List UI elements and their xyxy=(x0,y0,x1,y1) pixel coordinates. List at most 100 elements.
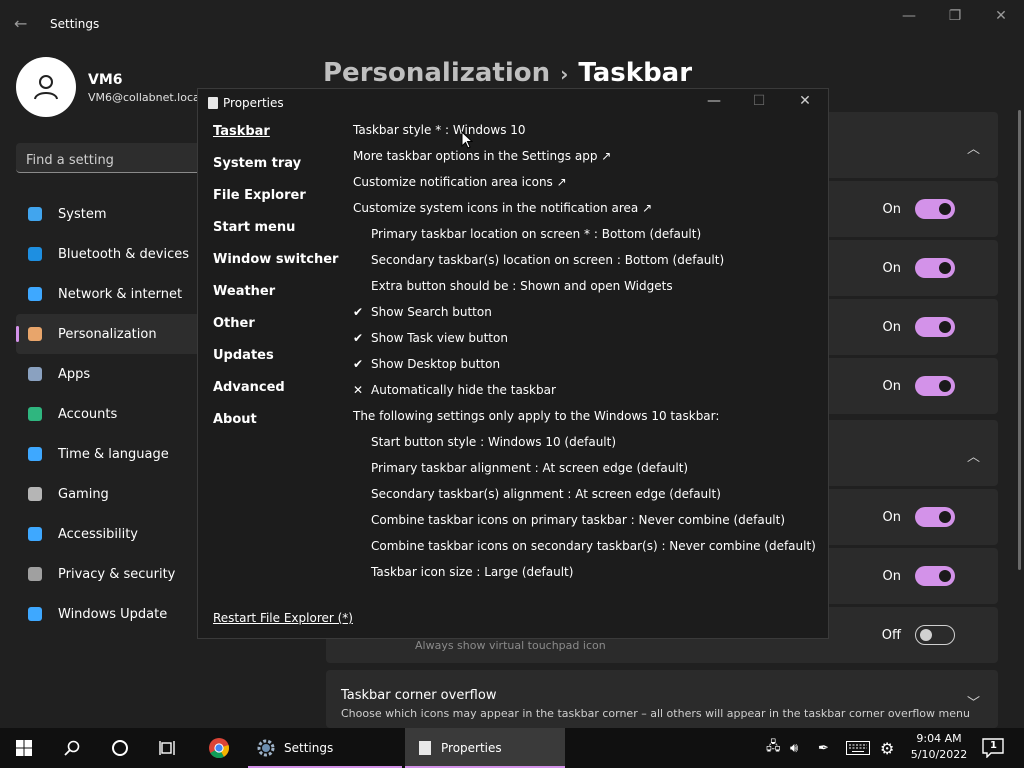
restart-explorer-link[interactable]: Restart File Explorer (*) xyxy=(213,611,353,625)
toggle-switch[interactable] xyxy=(915,376,955,396)
cortana-icon xyxy=(112,740,128,756)
back-arrow-icon[interactable]: ← xyxy=(14,14,27,33)
sidebar-nav: System Bluetooth & devices Network & inter… xyxy=(16,194,200,634)
toggle-switch[interactable] xyxy=(915,199,955,219)
chevron-up-icon[interactable]: ︿ xyxy=(967,138,980,157)
toggle-switch[interactable] xyxy=(915,566,955,586)
minimize-icon[interactable]: — xyxy=(702,93,726,109)
sidebar-item-network-internet[interactable]: Network & internet xyxy=(16,274,200,314)
option-label: Primary taskbar location on screen * : B… xyxy=(371,227,702,241)
toggle-switch[interactable] xyxy=(915,258,955,278)
nav-item-file-explorer[interactable]: File Explorer xyxy=(213,188,338,220)
chevron-up-icon[interactable]: ︿ xyxy=(967,446,980,465)
taskbar-app-properties[interactable]: Properties xyxy=(405,728,565,768)
scrollbar[interactable] xyxy=(1018,110,1021,570)
gear-icon[interactable]: ⚙ xyxy=(880,728,894,768)
option-item[interactable]: More taskbar options in the Settings app… xyxy=(353,148,823,174)
sidebar-item-windows-update[interactable]: Windows Update xyxy=(16,594,200,634)
close-icon[interactable]: ✕ xyxy=(793,93,817,109)
search-button[interactable] xyxy=(52,728,92,768)
cortana-button[interactable] xyxy=(100,728,140,768)
option-label: Combine taskbar icons on primary taskbar… xyxy=(371,513,786,527)
task-view-button[interactable] xyxy=(148,728,188,768)
notification-center-button[interactable]: 1 xyxy=(982,728,1004,768)
search-input[interactable]: Find a setting xyxy=(16,143,206,173)
option-item[interactable]: Primary taskbar location on screen * : B… xyxy=(353,226,823,252)
option-item[interactable]: Customize system icons in the notificati… xyxy=(353,200,823,226)
nav-item-system-tray[interactable]: System tray xyxy=(213,156,338,188)
sidebar-item-label: System xyxy=(58,206,107,222)
start-button[interactable] xyxy=(4,728,44,768)
touchpad-hint: Always show virtual touchpad icon xyxy=(415,639,606,652)
nav-item-about[interactable]: About xyxy=(213,412,338,444)
breadcrumb-parent[interactable]: Personalization xyxy=(323,58,550,88)
nav-item-taskbar[interactable]: Taskbar xyxy=(213,124,338,156)
minimize-icon[interactable]: — xyxy=(895,8,923,24)
maximize-icon[interactable]: ☐ xyxy=(747,93,771,109)
option-label: Combine taskbar icons on secondary taskb… xyxy=(371,539,816,553)
sidebar-item-apps[interactable]: Apps xyxy=(16,354,200,394)
apps-icon xyxy=(28,367,42,381)
clock-date: 5/10/2022 xyxy=(910,748,968,761)
toggle-state-label: On xyxy=(882,379,901,394)
taskbar: Settings Properties 🖧 🔊︎ ✒ ⚙ 9:04 AM 5/1… xyxy=(0,728,1024,768)
toggle-switch[interactable] xyxy=(915,317,955,337)
search-icon xyxy=(64,740,80,756)
avatar[interactable] xyxy=(16,57,76,117)
option-item[interactable]: Secondary taskbar(s) alignment : At scre… xyxy=(353,486,823,512)
sidebar-item-bluetooth-devices[interactable]: Bluetooth & devices xyxy=(16,234,200,274)
toggle-state-label: On xyxy=(882,202,901,217)
option-item[interactable]: Secondary taskbar(s) location on screen … xyxy=(353,252,823,278)
sidebar-item-accounts[interactable]: Accounts xyxy=(16,394,200,434)
toggle-state-label: On xyxy=(882,261,901,276)
overflow-title: Taskbar corner overflow xyxy=(341,688,497,703)
keyboard-icon[interactable] xyxy=(846,728,870,768)
update-icon xyxy=(28,607,42,621)
sidebar-item-label: Personalization xyxy=(58,326,157,342)
option-item[interactable]: Customize notification area icons ↗ xyxy=(353,174,823,200)
taskbar-app-settings[interactable]: Settings xyxy=(248,728,402,768)
restore-icon[interactable]: ❐ xyxy=(941,8,969,24)
sidebar-item-personalization[interactable]: Personalization xyxy=(16,314,200,354)
option-item[interactable]: ✕ Automatically hide the taskbar xyxy=(353,382,823,408)
option-item[interactable]: ✔ Show Task view button xyxy=(353,330,823,356)
taskbar-app-label: Settings xyxy=(284,741,334,755)
option-item[interactable]: Taskbar icon size : Large (default) xyxy=(353,564,823,590)
option-item[interactable]: The following settings only apply to the… xyxy=(353,408,823,434)
sidebar-item-time-language[interactable]: Time & language xyxy=(16,434,200,474)
sidebar-item-label: Network & internet xyxy=(58,286,183,302)
option-item[interactable]: ✔ Show Desktop button xyxy=(353,356,823,382)
toggle-switch[interactable] xyxy=(915,625,955,645)
option-item[interactable]: Start button style : Windows 10 (default… xyxy=(353,434,823,460)
option-item[interactable]: Taskbar style * : Windows 10 xyxy=(353,122,823,148)
volume-icon[interactable]: 🔊︎ xyxy=(790,728,798,768)
option-label: Show Task view button xyxy=(371,331,508,345)
option-item[interactable]: Combine taskbar icons on secondary taskb… xyxy=(353,538,823,564)
nav-item-updates[interactable]: Updates xyxy=(213,348,338,380)
network-icon[interactable]: 🖧 xyxy=(766,728,781,768)
sidebar-item-label: Bluetooth & devices xyxy=(58,246,189,262)
desktop: ← Settings — ❐ ✕ VM6 VM6@collabnet.loca … xyxy=(0,0,1024,768)
toggle-switch[interactable] xyxy=(915,507,955,527)
nav-item-weather[interactable]: Weather xyxy=(213,284,338,316)
nav-item-window-switcher[interactable]: Window switcher xyxy=(213,252,338,284)
option-item[interactable]: Combine taskbar icons on primary taskbar… xyxy=(353,512,823,538)
pen-icon[interactable]: ✒ xyxy=(818,728,829,768)
sidebar-item-system[interactable]: System xyxy=(16,194,200,234)
sidebar-item-gaming[interactable]: Gaming xyxy=(16,474,200,514)
option-label: Secondary taskbar(s) alignment : At scre… xyxy=(371,487,721,501)
nav-item-start-menu[interactable]: Start menu xyxy=(213,220,338,252)
option-item[interactable]: ✔ Show Search button xyxy=(353,304,823,330)
chrome-button[interactable] xyxy=(199,728,239,768)
option-item[interactable]: Extra button should be : Shown and open … xyxy=(353,278,823,304)
sidebar-item-privacy-security[interactable]: Privacy & security xyxy=(16,554,200,594)
search-placeholder: Find a setting xyxy=(26,153,114,168)
sidebar-item-accessibility[interactable]: Accessibility xyxy=(16,514,200,554)
close-icon[interactable]: ✕ xyxy=(987,8,1015,24)
taskbar-clock[interactable]: 9:04 AM 5/10/2022 xyxy=(906,731,972,763)
breadcrumb: Personalization › Taskbar xyxy=(323,58,692,88)
taskbar-app-label: Properties xyxy=(441,741,502,755)
option-item[interactable]: Primary taskbar alignment : At screen ed… xyxy=(353,460,823,486)
nav-item-advanced[interactable]: Advanced xyxy=(213,380,338,412)
nav-item-other[interactable]: Other xyxy=(213,316,338,348)
